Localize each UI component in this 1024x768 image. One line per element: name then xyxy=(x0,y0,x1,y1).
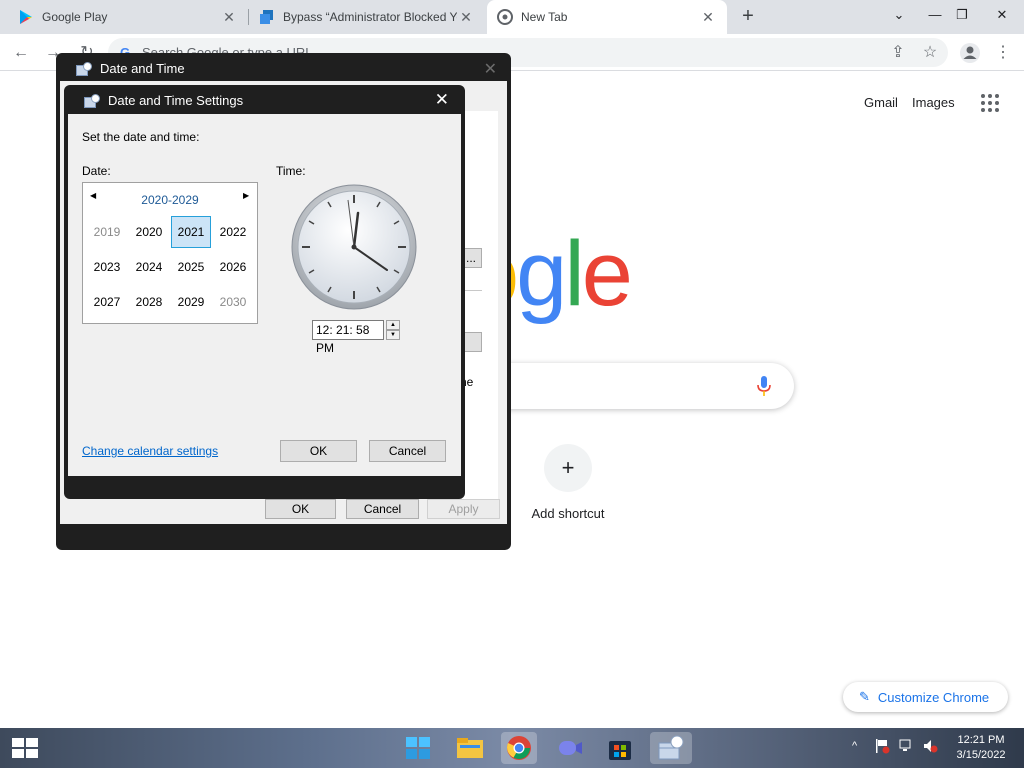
taskbar: ^ 12:21 PM 3/15/2022 xyxy=(0,728,1024,768)
tab-close-icon[interactable]: ✕ xyxy=(457,9,475,26)
taskbar-date: 3/15/2022 xyxy=(956,749,1006,761)
dialog-body: Set the date and time: Date: Time: ◀ 202… xyxy=(68,114,461,476)
calendar-prev-arrow-icon[interactable]: ◀ xyxy=(90,191,96,200)
time-input[interactable]: 12: 21: 58 PM xyxy=(312,320,384,355)
tab-google-play[interactable]: Google Play ✕ xyxy=(8,0,248,34)
calendar-year-cell[interactable]: 2024 xyxy=(129,251,169,283)
tab-close-icon[interactable]: ✕ xyxy=(220,9,238,26)
file-explorer-icon[interactable] xyxy=(452,732,488,764)
volume-muted-icon[interactable] xyxy=(922,738,938,757)
chrome-tab-icon xyxy=(497,9,513,25)
gmail-link[interactable]: Gmail xyxy=(864,95,898,110)
date-and-time-settings-dialog: Date and Time Settings ✕ Set the date an… xyxy=(64,85,465,499)
close-window-button[interactable]: ✕ xyxy=(985,0,1019,30)
dialog-title: Date and Time xyxy=(100,61,185,76)
calendar-year-cell[interactable]: 2026 xyxy=(213,251,253,283)
new-tab-button[interactable]: + xyxy=(737,5,759,27)
network-icon[interactable] xyxy=(898,738,914,757)
microsoft-store-icon[interactable] xyxy=(602,732,638,764)
parent-cancel-button[interactable]: Cancel xyxy=(346,499,419,519)
kebab-menu-icon[interactable]: ⋮ xyxy=(990,40,1016,66)
calendar-decade-header[interactable]: 2020-2029 xyxy=(113,193,227,207)
taskbar-clock[interactable]: 12:21 PM 3/15/2022 xyxy=(948,733,1014,763)
calendar-control[interactable]: ◀ 2020-2029 ▶ 2019 2020 2021 2022 2023 2… xyxy=(82,182,258,324)
calendar-year-cell[interactable]: 2028 xyxy=(129,286,169,318)
tray-overflow-chevron-icon[interactable]: ^ xyxy=(852,740,857,752)
cancel-button[interactable]: Cancel xyxy=(369,440,446,462)
share-icon[interactable]: ⇪ xyxy=(885,40,911,66)
date-time-app-icon xyxy=(76,61,92,76)
time-label: Time: xyxy=(276,164,306,178)
images-link[interactable]: Images xyxy=(912,95,955,110)
logo-letter: l xyxy=(564,223,585,325)
site-favicon-icon xyxy=(260,10,273,24)
ok-button[interactable]: OK xyxy=(280,440,357,462)
date-label: Date: xyxy=(82,164,111,178)
tray-flag-icon[interactable] xyxy=(874,738,890,757)
add-shortcut-tile[interactable]: + Add shortcut xyxy=(528,440,608,530)
logo-letter: g xyxy=(516,223,567,325)
calendar-year-cell[interactable]: 2029 xyxy=(171,286,211,318)
calendar-year-cell[interactable]: 2025 xyxy=(171,251,211,283)
tab-close-icon[interactable]: ✕ xyxy=(699,9,717,26)
calendar-year-cell[interactable]: 2027 xyxy=(87,286,127,318)
calendar-year-cell[interactable]: 2020 xyxy=(129,216,169,248)
tab-title: New Tab xyxy=(521,10,568,24)
back-arrow-icon[interactable]: ← xyxy=(8,40,34,66)
tab-search-chevron-icon[interactable]: ⌄ xyxy=(882,0,916,30)
dialog-close-icon[interactable]: ✕ xyxy=(484,59,497,79)
apply-button[interactable]: Apply xyxy=(427,499,500,519)
bookmark-star-icon[interactable]: ☆ xyxy=(917,40,943,66)
customize-chrome-button[interactable]: ✎ Customize Chrome xyxy=(843,682,1008,712)
dialog-title: Date and Time Settings xyxy=(108,93,244,108)
google-play-icon xyxy=(20,10,32,24)
start-menu-icon[interactable] xyxy=(400,732,436,764)
add-shortcut-plus-icon[interactable]: + xyxy=(544,444,592,492)
parent-ok-button[interactable]: OK xyxy=(265,499,336,519)
calendar-year-cell[interactable]: 2022 xyxy=(213,216,253,248)
google-apps-icon[interactable] xyxy=(981,94,999,112)
time-spin-down-icon[interactable]: ▼ xyxy=(386,330,400,340)
tab-title: Bypass “Administrator Blocked Yo xyxy=(283,10,457,24)
voice-search-mic-icon[interactable] xyxy=(757,376,771,396)
teams-chat-icon[interactable] xyxy=(552,732,588,764)
date-time-app-icon xyxy=(84,93,100,108)
tab-strip: Google Play ✕ Bypass “Administrator Bloc… xyxy=(0,0,1024,34)
taskbar-time: 12:21 PM xyxy=(957,734,1005,746)
dialog-close-icon[interactable]: ✕ xyxy=(435,90,449,110)
ntp-search-box[interactable] xyxy=(470,363,794,409)
customize-chrome-label: Customize Chrome xyxy=(877,689,990,705)
calendar-next-arrow-icon[interactable]: ▶ xyxy=(243,191,249,200)
time-spin-up-icon[interactable]: ▲ xyxy=(386,320,400,330)
calendar-year-cell[interactable]: 2023 xyxy=(87,251,127,283)
restore-button[interactable]: ❐ xyxy=(945,0,979,30)
add-shortcut-label: Add shortcut xyxy=(531,506,605,521)
instruction-text: Set the date and time: xyxy=(82,130,200,144)
windows-start-icon[interactable] xyxy=(12,738,38,758)
dialog-titlebar: Date and Time Settings xyxy=(84,93,243,108)
change-calendar-settings-link[interactable]: Change calendar settings xyxy=(82,444,218,458)
date-time-taskbar-icon[interactable] xyxy=(650,732,692,764)
dialog-titlebar: Date and Time xyxy=(76,61,185,76)
calendar-year-cell[interactable]: 2019 xyxy=(87,216,127,248)
analog-clock xyxy=(291,184,417,310)
calendar-year-cell[interactable]: 2030 xyxy=(213,286,253,318)
pencil-icon: ✎ xyxy=(859,689,870,704)
profile-avatar-icon[interactable] xyxy=(957,40,983,66)
chrome-taskbar-icon[interactable] xyxy=(501,732,537,764)
tab-new-tab[interactable]: New Tab ✕ xyxy=(487,0,727,34)
logo-letter: e xyxy=(581,223,633,325)
tab-bypass-article[interactable]: Bypass “Administrator Blocked Yo ✕ xyxy=(249,0,485,34)
calendar-year-cell-selected[interactable]: 2021 xyxy=(171,216,211,248)
tab-title: Google Play xyxy=(42,10,108,24)
